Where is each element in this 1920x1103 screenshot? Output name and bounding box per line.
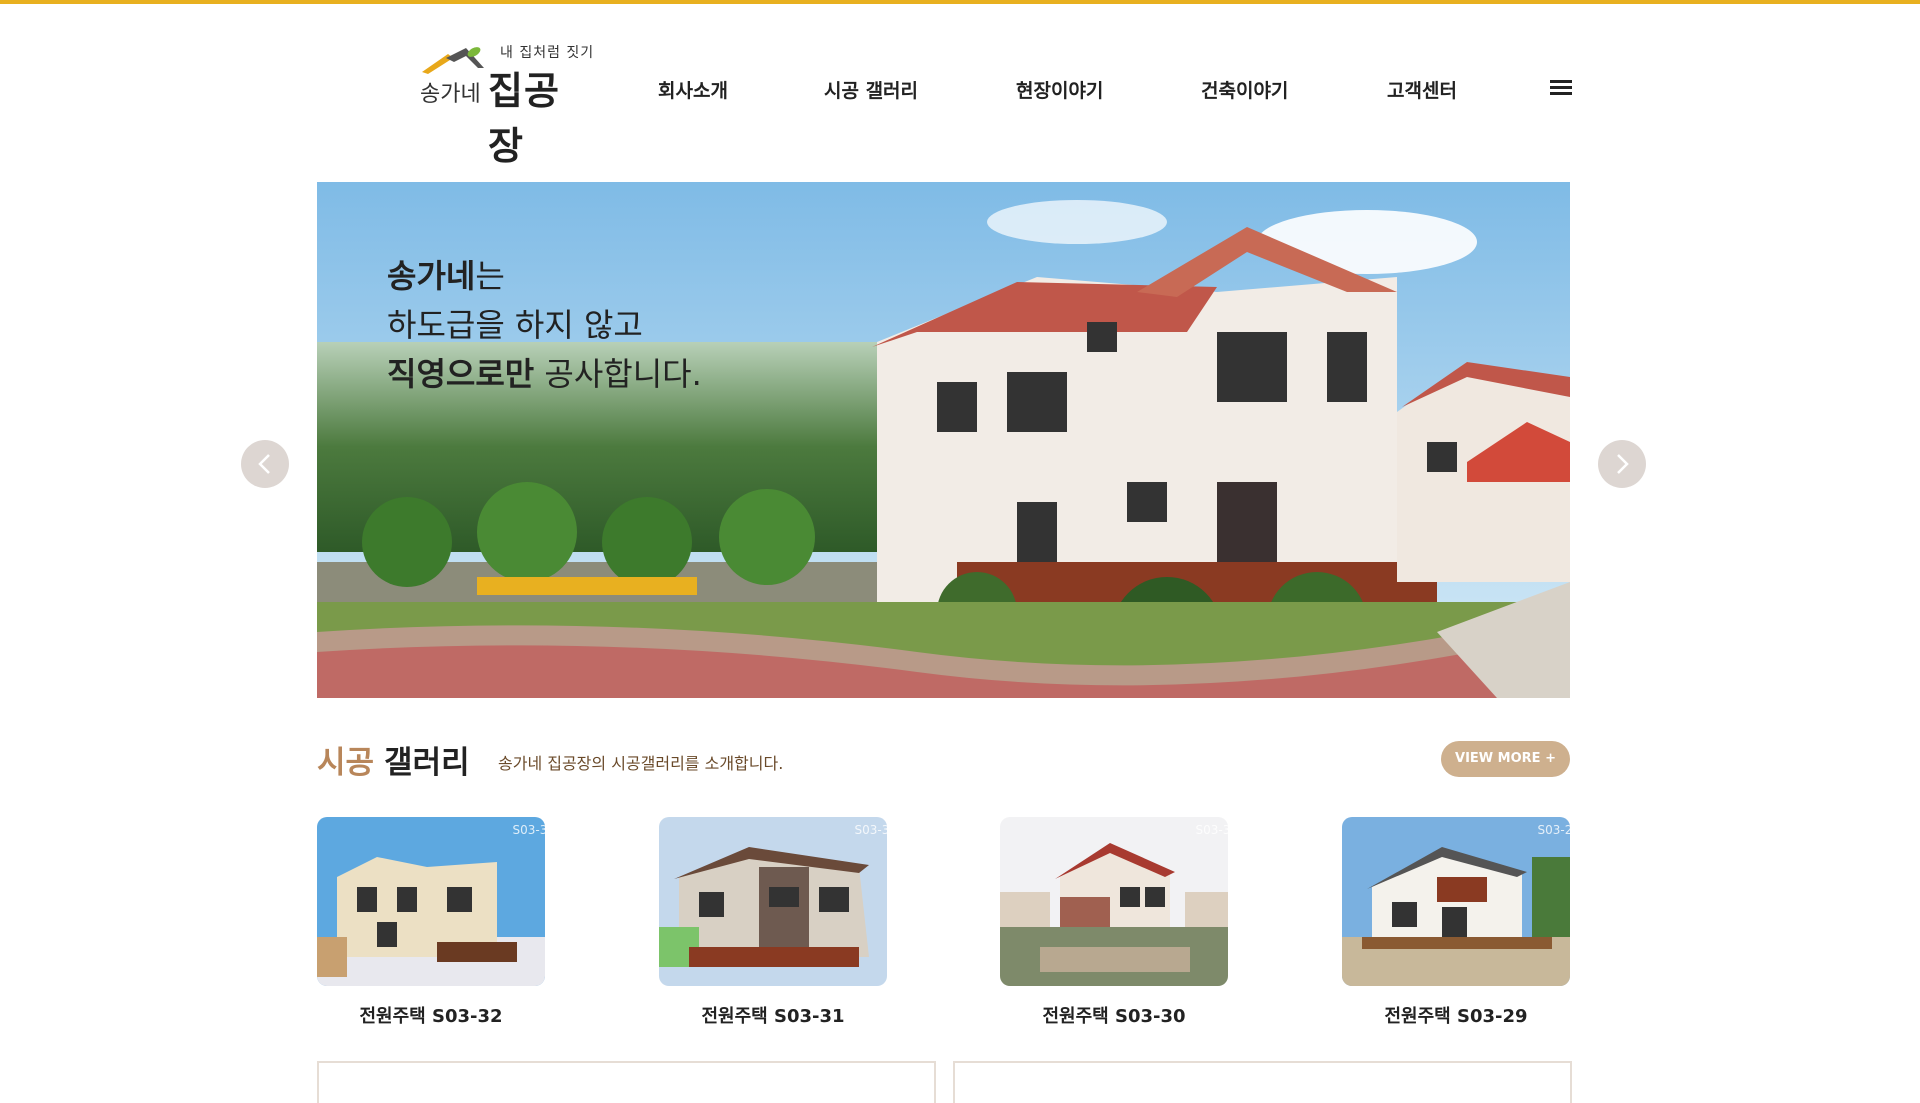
hero-headline: 송가네는 하도급을 하지 않고 직영으로만 공사합니다. xyxy=(387,252,702,399)
hero-line-1: 송가네는 xyxy=(387,257,505,295)
hero-line-2: 하도급을 하지 않고 xyxy=(387,306,643,344)
gallery-title: 시공 갤러리 xyxy=(317,737,470,782)
gallery-caption[interactable]: 전원주택 S03-29 xyxy=(1342,1002,1570,1028)
logo-tagline: 내 집처럼 짓기 xyxy=(500,45,595,61)
gallery-thumbnail[interactable]: S03-32 xyxy=(317,817,545,986)
hamburger-icon[interactable] xyxy=(1550,80,1572,96)
gallery-thumbnail[interactable]: S03-31 xyxy=(659,817,887,986)
content-box-right xyxy=(953,1061,1572,1103)
gallery-card[interactable]: S03-31 전원주택 S03-31 xyxy=(659,817,887,1028)
thumbnail-code: S03-29 xyxy=(1537,823,1571,837)
nav-item-customer-center[interactable]: 고객센터 xyxy=(1387,76,1457,103)
main-nav: 회사소개 시공 갤러리 현장이야기 건축이야기 고객센터 xyxy=(0,76,1920,106)
nav-item-company[interactable]: 회사소개 xyxy=(658,76,728,103)
slider-next-button[interactable] xyxy=(1598,440,1646,488)
thumbnail-code: S03-30 xyxy=(1195,823,1229,837)
gallery-card[interactable]: S03-32 전원주택 S03-32 xyxy=(317,817,545,1028)
thumbnail-code: S03-31 xyxy=(854,823,888,837)
slider-prev-button[interactable] xyxy=(241,440,289,488)
gallery-card[interactable]: S03-29 전원주택 S03-29 xyxy=(1342,817,1570,1028)
nav-item-site-stories[interactable]: 현장이야기 xyxy=(1016,76,1103,103)
hero-slider: 송가네는 하도급을 하지 않고 직영으로만 공사합니다. xyxy=(317,182,1570,698)
house-roof-icon xyxy=(422,47,484,74)
nav-item-architecture-stories[interactable]: 건축이야기 xyxy=(1201,76,1288,103)
nav-item-gallery[interactable]: 시공 갤러리 xyxy=(824,76,918,103)
gallery-caption[interactable]: 전원주택 S03-32 xyxy=(317,1002,545,1028)
top-accent-bar xyxy=(0,0,1920,4)
chevron-left-icon xyxy=(258,454,270,474)
gallery-caption[interactable]: 전원주택 S03-31 xyxy=(659,1002,887,1028)
gallery-subtitle: 송가네 집공장의 시공갤러리를 소개합니다. xyxy=(498,754,784,773)
gallery-card[interactable]: S03-30 전원주택 S03-30 xyxy=(1000,817,1228,1028)
gallery-caption[interactable]: 전원주택 S03-30 xyxy=(1000,1002,1228,1028)
content-box-left xyxy=(317,1061,936,1103)
thumbnail-code: S03-32 xyxy=(512,823,546,837)
gallery-thumbnail[interactable]: S03-29 xyxy=(1342,817,1570,986)
chevron-right-icon xyxy=(1617,454,1629,474)
view-more-button[interactable]: VIEW MORE + xyxy=(1441,741,1570,777)
gallery-title-accent: 시공 xyxy=(317,745,375,781)
gallery-thumbnail[interactable]: S03-30 xyxy=(1000,817,1228,986)
gallery-title-main: 갤러리 xyxy=(384,745,470,781)
hero-line-3: 직영으로만 공사합니다. xyxy=(387,355,702,393)
